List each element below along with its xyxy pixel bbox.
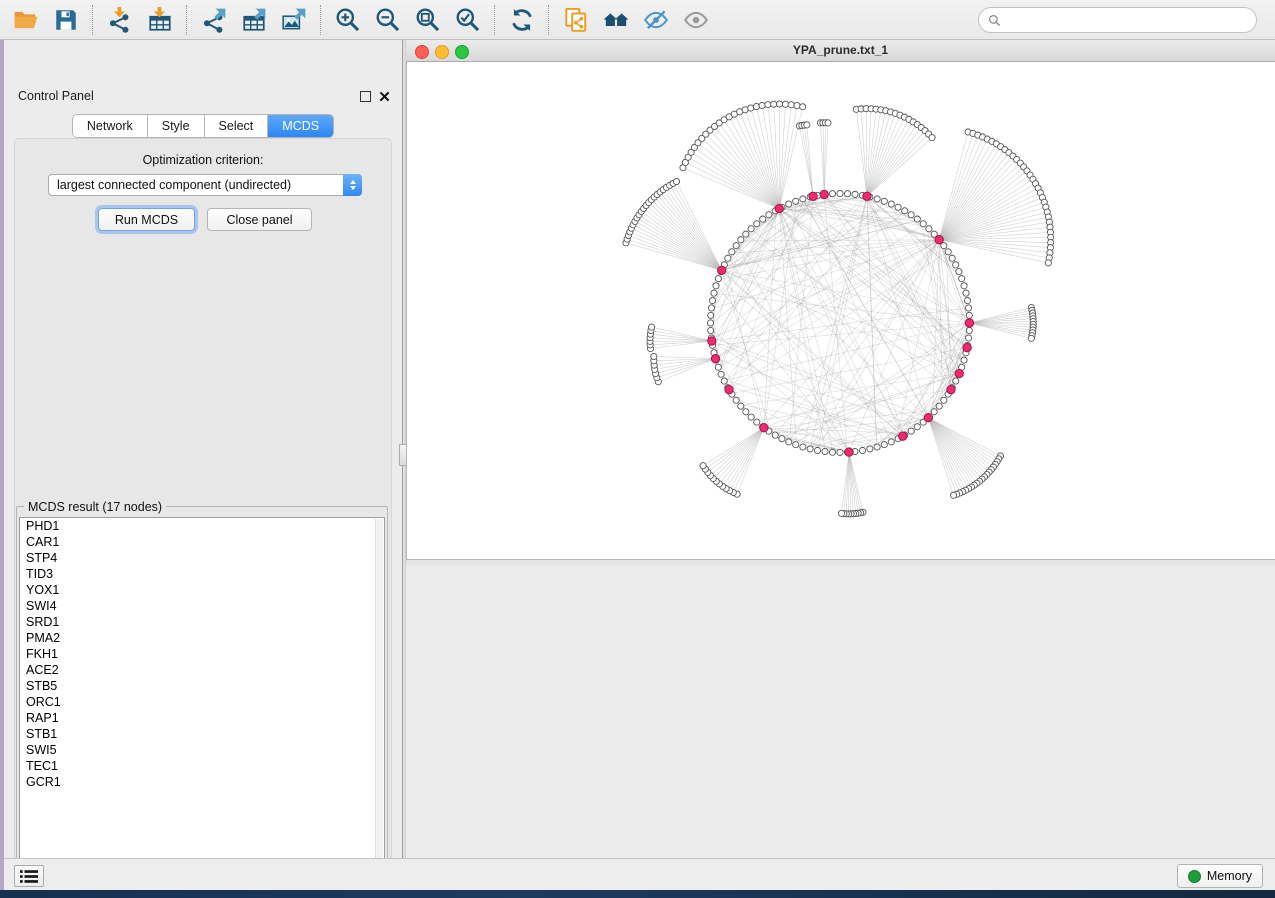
refresh-icon bbox=[509, 7, 535, 33]
dropdown-stepper-icon bbox=[343, 174, 362, 196]
toolbar-import-table-button[interactable] bbox=[140, 3, 180, 37]
search-input[interactable] bbox=[1006, 10, 1256, 30]
mcds-result-item[interactable]: TID3 bbox=[20, 566, 384, 582]
run-mcds-button[interactable]: Run MCDS bbox=[98, 208, 195, 231]
criterion-dropdown[interactable]: largest connected component (undirected) bbox=[48, 174, 362, 196]
control-panel-title: Control Panel bbox=[18, 89, 94, 103]
toolbar-zoom-in-button[interactable] bbox=[328, 3, 368, 37]
export-image-icon bbox=[281, 7, 307, 33]
toolbar-export-table-button[interactable] bbox=[234, 3, 274, 37]
float-panel-icon[interactable] bbox=[360, 91, 371, 102]
toolbar-show-eye-button[interactable] bbox=[676, 3, 716, 37]
search-icon bbox=[988, 14, 1001, 27]
mcds-result-item[interactable]: SWI4 bbox=[20, 598, 384, 614]
home-neighbors-icon bbox=[603, 7, 629, 33]
toolbar-zoom-selected-button[interactable] bbox=[448, 3, 488, 37]
close-panel-icon[interactable] bbox=[379, 91, 390, 102]
mcds-result-item[interactable]: STB5 bbox=[20, 678, 384, 694]
mcds-result-item[interactable]: PMA2 bbox=[20, 630, 384, 646]
toolbar-zoom-fit-button[interactable] bbox=[408, 3, 448, 37]
zoom-fit-icon bbox=[415, 7, 441, 33]
show-eye-icon bbox=[683, 7, 709, 33]
mcds-result-list[interactable]: PHD1CAR1STP4TID3YOX1SWI4SRD1PMA2FKH1ACE2… bbox=[19, 517, 385, 875]
toolbar-separator bbox=[92, 5, 94, 35]
open-icon bbox=[13, 7, 39, 33]
mcds-result-item[interactable]: ACE2 bbox=[20, 662, 384, 678]
search-box[interactable] bbox=[978, 7, 1257, 33]
network-window-title: YPA_prune.txt_1 bbox=[406, 43, 1275, 57]
mcds-result-item[interactable]: STB1 bbox=[20, 726, 384, 742]
clone-network-icon bbox=[563, 7, 589, 33]
criterion-dropdown-value: largest connected component (undirected) bbox=[49, 178, 343, 192]
mcds-result-item[interactable]: FKH1 bbox=[20, 646, 384, 662]
optimization-criterion-label: Optimization criterion: bbox=[4, 153, 402, 167]
toolbar-export-image-button[interactable] bbox=[274, 3, 314, 37]
zoom-out-icon bbox=[375, 7, 401, 33]
mcds-list-scrollbar[interactable] bbox=[375, 519, 383, 875]
toolbar-separator bbox=[494, 5, 496, 35]
mcds-result-item[interactable]: SWI5 bbox=[20, 742, 384, 758]
tab-select[interactable]: Select bbox=[205, 115, 269, 137]
status-bar: Memory bbox=[4, 858, 1275, 890]
network-window-titlebar[interactable]: YPA_prune.txt_1 bbox=[406, 40, 1275, 62]
tab-style[interactable]: Style bbox=[148, 115, 205, 137]
toolbar-separator bbox=[186, 5, 188, 35]
zoom-selected-icon bbox=[455, 7, 481, 33]
toolbar-separator bbox=[548, 5, 550, 35]
toolbar-import-network-button[interactable] bbox=[100, 3, 140, 37]
memory-status-icon bbox=[1188, 870, 1201, 883]
toolbar-zoom-out-button[interactable] bbox=[368, 3, 408, 37]
mcds-result-item[interactable]: ORC1 bbox=[20, 694, 384, 710]
toolbar-refresh-button[interactable] bbox=[502, 3, 542, 37]
mcds-result-item[interactable]: SRD1 bbox=[20, 614, 384, 630]
close-panel-button[interactable]: Close panel bbox=[207, 208, 312, 231]
mcds-result-title: MCDS result (17 nodes) bbox=[24, 500, 166, 514]
mcds-result-item[interactable]: STP4 bbox=[20, 550, 384, 566]
toolbar-clone-network-button[interactable] bbox=[556, 3, 596, 37]
toolbar-export-network-button[interactable] bbox=[194, 3, 234, 37]
main-toolbar bbox=[0, 0, 1275, 40]
save-icon bbox=[53, 7, 79, 33]
mcds-result-item[interactable]: RAP1 bbox=[20, 710, 384, 726]
mcds-result-item[interactable]: YOX1 bbox=[20, 582, 384, 598]
control-panel-tabs: NetworkStyleSelectMCDS bbox=[4, 114, 402, 138]
memory-label: Memory bbox=[1207, 869, 1252, 883]
mcds-result-item[interactable]: TEC1 bbox=[20, 758, 384, 774]
network-graph bbox=[407, 62, 1274, 557]
toolbar-save-button[interactable] bbox=[46, 3, 86, 37]
toolbar-hide-eye-button[interactable] bbox=[636, 3, 676, 37]
mcds-result-item[interactable]: GCR1 bbox=[20, 774, 384, 790]
export-network-icon bbox=[201, 7, 227, 33]
control-panel: Control Panel NetworkStyleSelectMCDS Opt… bbox=[4, 40, 402, 858]
hide-eye-icon bbox=[643, 7, 669, 33]
network-view-canvas[interactable] bbox=[406, 62, 1275, 559]
export-table-icon bbox=[241, 7, 267, 33]
memory-button[interactable]: Memory bbox=[1177, 864, 1263, 888]
list-icon bbox=[20, 870, 38, 883]
toolbar-separator bbox=[320, 5, 322, 35]
table-panel: Table Panel ⚙f(x) shared namenameMCDS ro… bbox=[406, 565, 1275, 858]
import-network-icon bbox=[107, 7, 133, 33]
task-history-button[interactable] bbox=[14, 865, 44, 887]
mcds-result-item[interactable]: PHD1 bbox=[20, 518, 384, 534]
toolbar-open-button[interactable] bbox=[6, 3, 46, 37]
toolbar-home-neighbors-button[interactable] bbox=[596, 3, 636, 37]
tab-mcds[interactable]: MCDS bbox=[268, 115, 333, 137]
zoom-in-icon bbox=[335, 7, 361, 33]
desktop-background bbox=[0, 890, 1275, 898]
application-window: Control Panel NetworkStyleSelectMCDS Opt… bbox=[0, 0, 1275, 898]
import-table-icon bbox=[147, 7, 173, 33]
mcds-result-item[interactable]: CAR1 bbox=[20, 534, 384, 550]
tab-network[interactable]: Network bbox=[73, 115, 148, 137]
